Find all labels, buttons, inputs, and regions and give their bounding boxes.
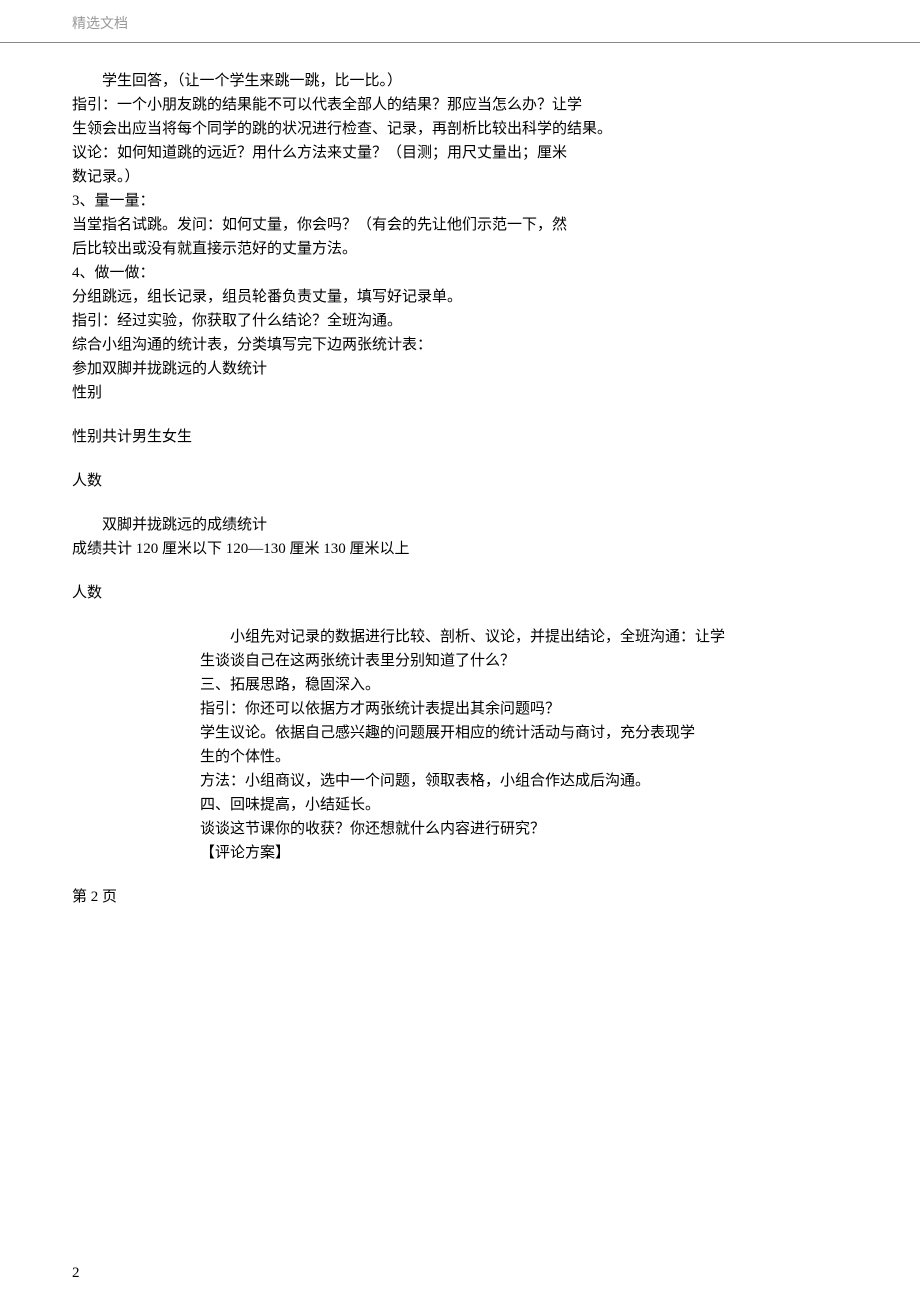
paragraph: 综合小组沟通的统计表，分类填写完下边两张统计表：	[72, 333, 848, 357]
paragraph: 生谈谈自己在这两张统计表里分别知道了什么？	[200, 649, 848, 673]
paragraph: 参加双脚并拢跳远的人数统计	[72, 357, 848, 381]
paragraph: 生的个体性。	[200, 745, 848, 769]
paragraph: 学生议论。依据自己感兴趣的问题展开相应的统计活动与商讨，充分表现学	[200, 721, 848, 745]
indented-section: 小组先对记录的数据进行比较、剖析、议论，并提出结论，全班沟通：让学 生谈谈自己在…	[72, 625, 848, 865]
page-indicator: 第 2 页	[72, 885, 848, 909]
paragraph: 成绩共计 120 厘米以下 120—130 厘米 130 厘米以上	[72, 537, 848, 561]
paragraph: 当堂指名试跳。发问：如何丈量，你会吗？（有会的先让他们示范一下，然	[72, 213, 848, 237]
paragraph: 4、做一做：	[72, 261, 848, 285]
paragraph: 小组先对记录的数据进行比较、剖析、议论，并提出结论，全班沟通：让学	[200, 625, 848, 649]
paragraph: 四、回味提高，小结延长。	[200, 793, 848, 817]
paragraph: 数记录。）	[72, 165, 848, 189]
paragraph: 生领会出应当将每个同学的跳的状况进行检查、记录，再剖析比较出科学的结果。	[72, 117, 848, 141]
paragraph: 性别	[72, 381, 848, 405]
paragraph: 后比较出或没有就直接示范好的丈量方法。	[72, 237, 848, 261]
document-content: 学生回答，（让一个学生来跳一跳，比一比。） 指引：一个小朋友跳的结果能不可以代表…	[0, 43, 920, 909]
paragraph: 双脚并拢跳远的成绩统计	[72, 513, 848, 537]
paragraph: 谈谈这节课你的收获？你还想就什么内容进行研究？	[200, 817, 848, 841]
paragraph: 人数	[72, 469, 848, 493]
paragraph: 方法：小组商议，选中一个问题，领取表格，小组合作达成后沟通。	[200, 769, 848, 793]
footer-page-number: 2	[72, 1261, 80, 1285]
paragraph: 性别共计男生女生	[72, 425, 848, 449]
paragraph: 指引：你还可以依据方才两张统计表提出其余问题吗？	[200, 697, 848, 721]
paragraph: 指引：经过实验，你获取了什么结论？全班沟通。	[72, 309, 848, 333]
paragraph: 人数	[72, 581, 848, 605]
header-title: 精选文档	[72, 17, 128, 32]
paragraph: 分组跳远，组长记录，组员轮番负责丈量，填写好记录单。	[72, 285, 848, 309]
paragraph: 议论：如何知道跳的远近？用什么方法来丈量？（目测；用尺丈量出；厘米	[72, 141, 848, 165]
paragraph: 三、拓展思路，稳固深入。	[200, 673, 848, 697]
document-header: 精选文档	[0, 0, 920, 43]
paragraph: 3、量一量：	[72, 189, 848, 213]
paragraph: 指引：一个小朋友跳的结果能不可以代表全部人的结果？那应当怎么办？让学	[72, 93, 848, 117]
paragraph: 学生回答，（让一个学生来跳一跳，比一比。）	[72, 69, 848, 93]
paragraph: 【评论方案】	[200, 841, 848, 865]
